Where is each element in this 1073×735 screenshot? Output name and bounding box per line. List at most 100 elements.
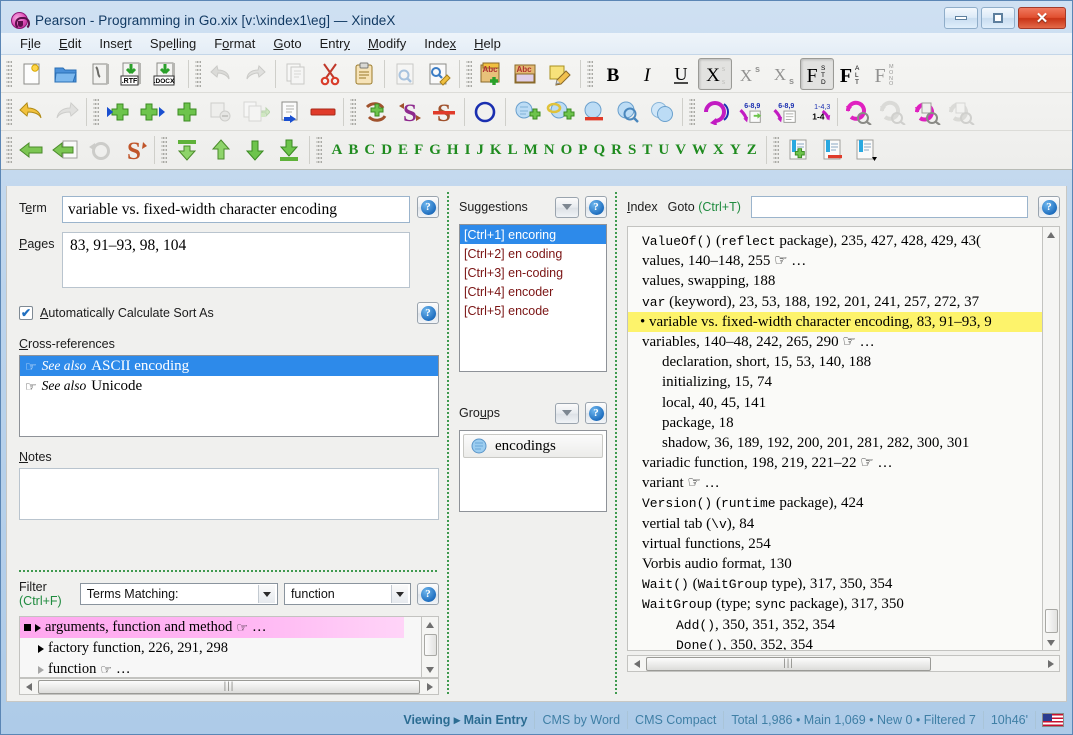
swap-crossref-icon[interactable]: S xyxy=(393,96,427,128)
crossref-item[interactable]: ☞ See also ASCII encoding xyxy=(20,356,438,376)
suggestion-item[interactable]: [Ctrl+4] encoder xyxy=(460,282,606,301)
open-folder-icon[interactable] xyxy=(49,58,83,90)
delete-crossref-icon[interactable]: S xyxy=(427,96,461,128)
index-entry-row[interactable]: Add(), 350, 351, 352, 354 xyxy=(628,615,1042,635)
index-entry-row[interactable]: local, 40, 45, 141 xyxy=(628,393,1042,413)
filter-list-horizontal-scrollbar[interactable]: ||| xyxy=(19,678,439,695)
status-cms-by-word[interactable]: CMS by Word xyxy=(535,711,629,729)
index-horizontal-scrollbar[interactable]: ||| xyxy=(627,655,1060,672)
us-flag-icon[interactable] xyxy=(1042,713,1064,727)
alpha-B[interactable]: B xyxy=(346,140,361,161)
scroll-down-icon[interactable] xyxy=(1044,635,1059,650)
alpha-V[interactable]: V xyxy=(673,140,689,161)
alpha-E[interactable]: E xyxy=(396,140,411,161)
alpha-T[interactable]: T xyxy=(640,140,655,161)
groups-help-button[interactable]: ? xyxy=(585,402,607,424)
renumber-pages-icon[interactable]: 1-4,3 1-4 xyxy=(800,96,834,128)
alpha-Z[interactable]: Z xyxy=(744,140,759,161)
index-entry-row[interactable]: WaitGroup (type; sync package), 317, 350 xyxy=(628,594,1042,614)
swap-pages-icon[interactable] xyxy=(698,96,732,128)
alpha-X[interactable]: X xyxy=(711,140,727,161)
next-entry-icon[interactable] xyxy=(238,134,272,166)
status-viewing-mode[interactable]: Viewing ▸ Main Entry xyxy=(396,711,536,729)
alpha-G[interactable]: G xyxy=(427,140,444,161)
scroll-right-icon[interactable] xyxy=(1042,656,1059,671)
merge-page-icon[interactable]: 6-8,9 xyxy=(732,96,766,128)
scrollbar-thumb[interactable] xyxy=(1044,609,1058,633)
add-bookmark-icon[interactable] xyxy=(782,134,816,166)
copy-group-icon[interactable] xyxy=(645,96,679,128)
alpha-Q[interactable]: Q xyxy=(591,140,608,161)
menu-format[interactable]: Format xyxy=(205,34,264,53)
subscript-icon[interactable]: Xs xyxy=(766,58,800,90)
remove-group-icon[interactable] xyxy=(577,96,611,128)
undo-gold-icon[interactable] xyxy=(15,96,49,128)
copy-entry-icon[interactable] xyxy=(238,96,272,128)
suggestions-list[interactable]: [Ctrl+1] encoring [Ctrl+2] en coding [Ct… xyxy=(459,224,607,372)
find-icon[interactable] xyxy=(388,58,422,90)
add-entry-after-icon[interactable] xyxy=(136,96,170,128)
collapse-caret-icon[interactable] xyxy=(38,665,44,674)
chevron-down-icon[interactable] xyxy=(391,585,408,603)
index-entries-list[interactable]: ValueOf() (reflect package), 235, 427, 4… xyxy=(627,226,1043,651)
edit-note-icon[interactable] xyxy=(543,58,577,90)
index-entry-row[interactable]: var (keyword), 23, 53, 188, 192, 201, 24… xyxy=(628,292,1042,312)
menu-help[interactable]: Help xyxy=(465,34,510,53)
export-docx-icon[interactable]: .DOCX xyxy=(151,58,185,90)
menu-file[interactable]: File xyxy=(11,34,50,53)
bold-icon[interactable]: B xyxy=(596,58,630,90)
toolbar-grip[interactable] xyxy=(466,59,472,88)
maximize-button[interactable] xyxy=(981,7,1015,29)
alpha-H[interactable]: H xyxy=(444,140,461,161)
toolbar-grip[interactable] xyxy=(689,97,695,126)
index-vertical-scrollbar[interactable] xyxy=(1043,226,1060,651)
refresh-gray-icon[interactable] xyxy=(875,96,909,128)
menu-goto[interactable]: Goto xyxy=(264,34,310,53)
status-elapsed-time[interactable]: 10h46' xyxy=(984,711,1036,729)
redo-icon[interactable] xyxy=(238,58,272,90)
scroll-left-icon[interactable] xyxy=(628,656,645,671)
filter-result-row[interactable]: arguments, function and method ☞ … xyxy=(20,617,404,638)
suggestions-dropdown-button[interactable] xyxy=(555,196,579,218)
toolbar-grip[interactable] xyxy=(93,97,99,126)
scroll-right-icon[interactable] xyxy=(421,679,438,694)
scroll-down-icon[interactable] xyxy=(423,662,438,677)
remove-bookmark-icon[interactable] xyxy=(816,134,850,166)
index-entry-row[interactable]: declaration, short, 15, 53, 140, 188 xyxy=(628,352,1042,372)
split-page-icon[interactable]: 6-8,9 xyxy=(766,96,800,128)
font-standard-icon[interactable]: FSTD xyxy=(800,57,834,90)
index-entry-row[interactable]: variables, 140–48, 242, 265, 290 ☞ … xyxy=(628,332,1042,352)
alpha-D[interactable]: D xyxy=(379,140,395,161)
filter-help-button[interactable]: ? xyxy=(417,583,439,605)
menu-modify[interactable]: Modify xyxy=(359,34,415,53)
scrollbar-thumb[interactable] xyxy=(423,634,437,656)
font-mono-icon[interactable]: FMONO xyxy=(868,58,902,90)
add-entry-before-icon[interactable] xyxy=(102,96,136,128)
suggestions-help-button[interactable]: ? xyxy=(585,196,607,218)
paste-clipboard-icon[interactable] xyxy=(347,58,381,90)
find-replace-icon[interactable] xyxy=(422,58,456,90)
pages-field[interactable]: 83, 91–93, 98, 104 xyxy=(62,232,410,288)
toolbar-grip[interactable] xyxy=(316,136,322,164)
alpha-J[interactable]: J xyxy=(474,140,487,161)
alpha-A[interactable]: A xyxy=(329,140,345,161)
auto-sort-checkbox[interactable]: ✔ xyxy=(19,306,33,320)
notes-field[interactable] xyxy=(19,468,439,520)
toolbar-grip[interactable] xyxy=(587,59,593,88)
toolbar-grip[interactable] xyxy=(350,97,356,126)
clear-format-icon[interactable]: Xss xyxy=(698,57,732,90)
cut-scissors-icon[interactable] xyxy=(313,58,347,90)
alpha-U[interactable]: U xyxy=(656,140,672,161)
remove-entry-icon[interactable] xyxy=(306,96,340,128)
forward-arrow-icon[interactable] xyxy=(49,134,83,166)
index-entry-row[interactable]: Version() (runtime package), 424 xyxy=(628,493,1042,513)
menu-index[interactable]: Index xyxy=(415,34,465,53)
filter-mode-select[interactable]: Terms Matching: xyxy=(79,583,278,605)
first-entry-icon[interactable] xyxy=(170,134,204,166)
filter-list-vertical-scrollbar[interactable] xyxy=(422,616,439,678)
toolbar-grip[interactable] xyxy=(6,97,12,126)
suggestion-item[interactable]: [Ctrl+1] encoring xyxy=(460,225,606,244)
refresh-magenta-alt-icon[interactable] xyxy=(909,96,943,128)
history-circle-icon[interactable] xyxy=(83,134,117,166)
toolbar-grip[interactable] xyxy=(6,59,12,88)
